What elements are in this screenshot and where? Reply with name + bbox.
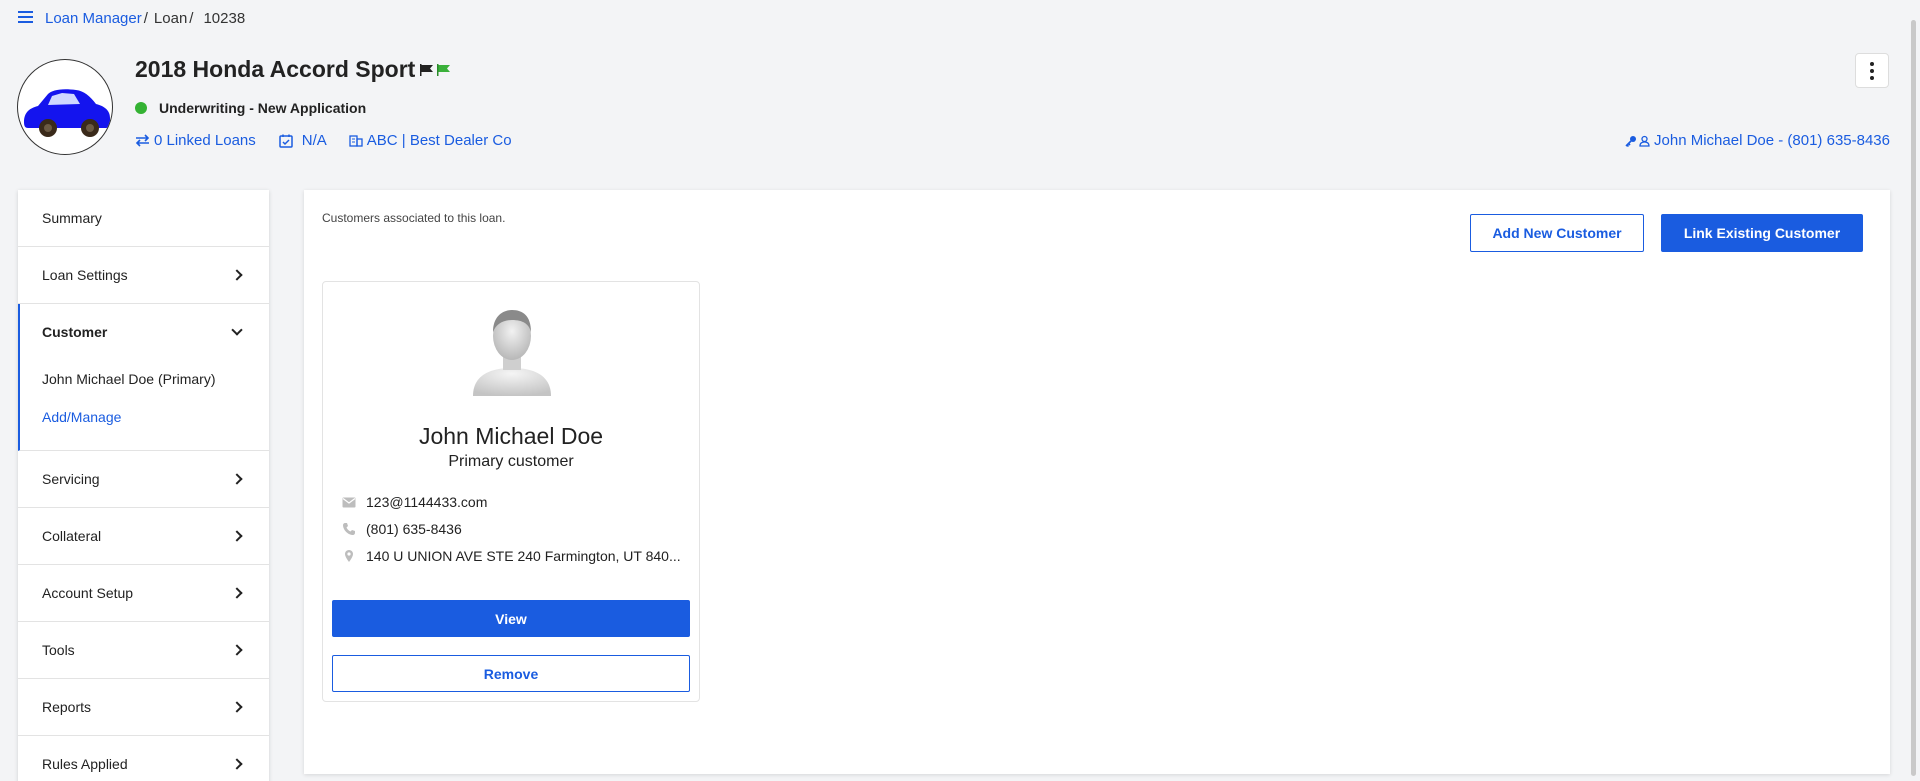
customer-email: 123@1144433.com (342, 494, 687, 510)
location-pin-icon (345, 550, 353, 562)
person-avatar-icon (473, 310, 551, 396)
view-customer-button[interactable]: View (332, 600, 690, 637)
sidebar-item-label: Account Setup (42, 585, 134, 601)
sidebar-item-label: Servicing (42, 471, 100, 487)
customer-phone-text: (801) 635-8436 (366, 521, 462, 537)
sidebar-item-summary[interactable]: Summary (18, 190, 269, 247)
sidebar-subitem-add-manage[interactable]: Add/Manage (20, 398, 269, 436)
chevron-right-icon (231, 758, 243, 770)
building-icon (349, 135, 363, 147)
user-icon (1639, 135, 1650, 147)
mail-icon (342, 497, 356, 507)
dealer-label: ABC | Best Dealer Co (366, 132, 512, 149)
sidebar-item-account-setup[interactable]: Account Setup (18, 565, 269, 622)
linked-loans-link[interactable]: 0 Linked Loans (135, 132, 256, 149)
calendar-check-icon (279, 134, 293, 148)
sidebar-item-servicing[interactable]: Servicing (18, 451, 269, 508)
vehicle-avatar (17, 59, 113, 155)
owner-label: John Michael Doe - (801) 635-8436 (1654, 132, 1890, 149)
breadcrumb-separator: / (143, 10, 148, 27)
loan-status: Underwriting - New Application (135, 100, 366, 116)
sidebar-item-label: Tools (42, 642, 75, 658)
sidebar-item-label: Loan Settings (42, 267, 128, 283)
breadcrumb-loan-manager[interactable]: Loan Manager (45, 10, 142, 27)
green-flag-icon (437, 64, 450, 76)
loan-meta: 0 Linked Loans N/A ABC | Best Dealer Co (135, 132, 534, 149)
phone-icon (343, 523, 355, 535)
status-text: Underwriting - New Application (159, 100, 367, 116)
kebab-icon (1870, 60, 1874, 81)
status-dot (135, 102, 147, 114)
sidebar-item-reports[interactable]: Reports (18, 679, 269, 736)
chevron-right-icon (231, 269, 243, 281)
sidebar-item-collateral[interactable]: Collateral (18, 508, 269, 565)
customer-address-text: 140 U UNION AVE STE 240 Farmington, UT 8… (366, 548, 681, 564)
page-scrollbar[interactable] (1908, 0, 1920, 781)
page-title: 2018 Honda Accord Sport (135, 56, 416, 82)
sidebar-item-loan-settings[interactable]: Loan Settings (18, 247, 269, 304)
menu-icon[interactable] (18, 11, 33, 23)
scrollbar-thumb[interactable] (1911, 20, 1916, 776)
key-icon (1625, 135, 1637, 147)
chevron-right-icon (231, 530, 243, 542)
sidebar-item-label: Rules Applied (42, 756, 128, 772)
customer-address: 140 U UNION AVE STE 240 Farmington, UT 8… (342, 548, 687, 564)
swap-icon (135, 134, 150, 147)
sidebar-group-customer: Customer John Michael Doe (Primary) Add/… (18, 304, 269, 451)
sidebar-item-label: Summary (42, 210, 102, 226)
chevron-down-icon (231, 324, 243, 336)
linked-loans-label: 0 Linked Loans (154, 132, 256, 149)
remove-customer-button[interactable]: Remove (332, 655, 690, 692)
customer-role: Primary customer (448, 453, 574, 470)
primary-customer-link[interactable]: John Michael Doe - (801) 635-8436 (1625, 132, 1890, 149)
panel-description: Customers associated to this loan. (322, 211, 506, 225)
chevron-right-icon (231, 644, 243, 656)
sidebar-item-rules-applied[interactable]: Rules Applied (18, 736, 269, 781)
more-options-button[interactable] (1855, 53, 1889, 88)
flags (419, 63, 452, 77)
chevron-right-icon (231, 587, 243, 599)
date-label: N/A (301, 132, 327, 149)
sidebar-item-tools[interactable]: Tools (18, 622, 269, 679)
sidebar-subitem-primary-customer[interactable]: John Michael Doe (Primary) (20, 360, 269, 398)
customer-card: John Michael Doe Primary customer 123@11… (322, 281, 700, 702)
breadcrumb-separator: / (189, 10, 194, 27)
link-existing-customer-button[interactable]: Link Existing Customer (1661, 214, 1863, 252)
customer-name: John Michael Doe (418, 423, 604, 449)
sidebar: Summary Loan Settings Customer John Mich… (18, 190, 269, 781)
sidebar-item-label: Collateral (42, 528, 102, 544)
sidebar-item-customer[interactable]: Customer (20, 304, 269, 360)
sidebar-item-label: Customer (42, 324, 108, 340)
car-icon (24, 89, 110, 137)
black-flag-icon (420, 64, 433, 76)
chevron-right-icon (231, 701, 243, 713)
customer-email-text: 123@1144433.com (366, 494, 488, 510)
date-link[interactable]: N/A (278, 132, 327, 149)
customer-phone: (801) 635-8436 (342, 521, 687, 537)
dealer-link[interactable]: ABC | Best Dealer Co (349, 132, 512, 149)
breadcrumb: Loan Manager / Loan / 10238 (18, 10, 245, 27)
customers-panel: Customers associated to this loan. Add N… (304, 190, 1890, 774)
chevron-right-icon (231, 473, 243, 485)
add-new-customer-button[interactable]: Add New Customer (1470, 214, 1644, 252)
sidebar-item-label: Reports (42, 699, 92, 715)
breadcrumb-current: 10238 (203, 10, 246, 27)
breadcrumb-loan[interactable]: Loan (154, 10, 187, 27)
